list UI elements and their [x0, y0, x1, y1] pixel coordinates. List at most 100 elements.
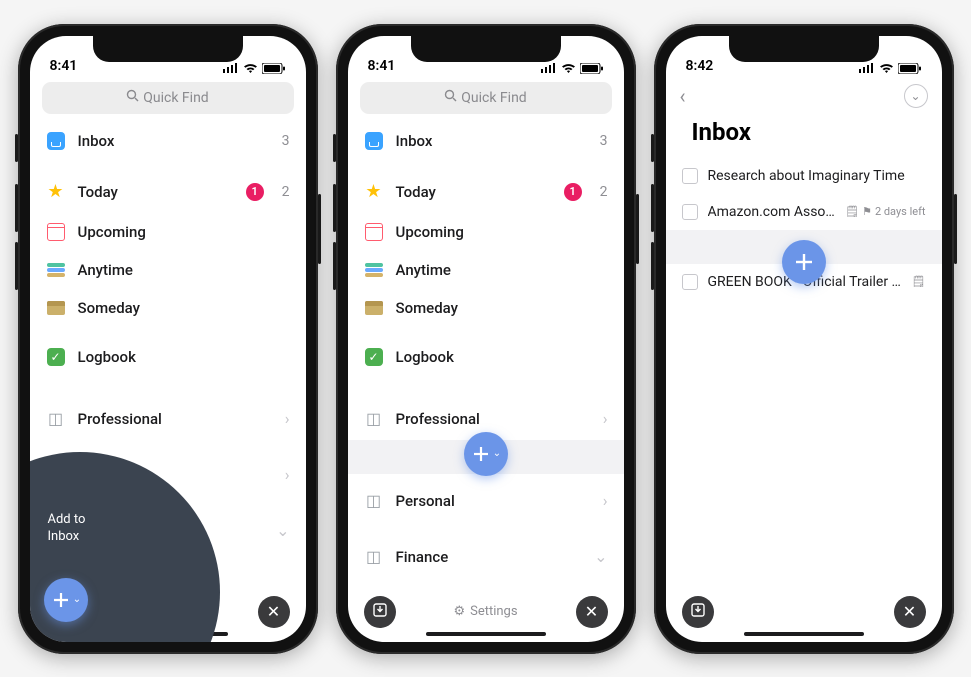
chevron-down-icon: ⌄ — [910, 89, 920, 103]
today-badge: 1 — [246, 183, 264, 201]
stack-icon — [364, 260, 384, 280]
status-time: 8:41 — [368, 58, 396, 74]
chevron-down-icon: ⌄ — [276, 521, 289, 540]
list-count: 2 — [600, 184, 608, 200]
chevron-down-icon: ⌄ — [73, 594, 81, 605]
task-row[interactable]: Amazon.com Associat... 🗒 ⚑ 2 days left — [666, 194, 942, 230]
close-icon: ✕ — [903, 602, 916, 621]
list-someday[interactable]: Someday — [30, 289, 306, 327]
list-logbook[interactable]: ✓ Logbook — [348, 336, 624, 378]
chevron-down-icon: ⌄ — [594, 547, 607, 566]
list-label: Inbox — [78, 132, 264, 150]
task-checkbox[interactable] — [682, 168, 698, 184]
phone-frame-3: 8:42 ‹ ⌄ Inbox Research about Imaginary … — [654, 24, 954, 654]
add-button-dragging[interactable] — [782, 240, 826, 284]
checkmark-icon: ✓ — [364, 347, 384, 367]
task-title: Amazon.com Associat... — [708, 204, 836, 220]
area-label: Finance — [396, 548, 583, 566]
archive-icon — [364, 298, 384, 318]
list-today[interactable]: ★ Today 1 2 — [30, 171, 306, 213]
add-button[interactable]: ⌄ — [44, 578, 88, 622]
expand-button[interactable]: ⌄ — [904, 84, 928, 108]
battery-icon — [580, 63, 604, 74]
list-someday[interactable]: Someday — [348, 289, 624, 327]
list-anytime[interactable]: Anytime — [30, 251, 306, 289]
status-indicators — [541, 63, 604, 74]
chevron-down-icon: ⌄ — [493, 448, 501, 459]
list-inbox[interactable]: Inbox 3 — [30, 120, 306, 162]
cube-icon: ◫ — [364, 547, 384, 567]
cube-icon: ◫ — [46, 409, 66, 429]
wifi-icon — [879, 63, 894, 74]
cube-icon: ◫ — [364, 491, 384, 511]
task-meta: 🗒 — [912, 275, 926, 288]
list-inbox[interactable]: Inbox 3 — [348, 120, 624, 162]
search-placeholder: Quick Find — [143, 90, 208, 106]
task-checkbox[interactable] — [682, 274, 698, 290]
inbox-icon — [46, 131, 66, 151]
close-icon: ✕ — [585, 602, 598, 621]
list-label: Anytime — [78, 261, 290, 279]
list-upcoming[interactable]: Upcoming — [30, 213, 306, 251]
list-label: Someday — [78, 299, 290, 317]
close-button[interactable]: ✕ — [258, 596, 290, 628]
status-indicators — [223, 63, 286, 74]
calendar-icon — [46, 222, 66, 242]
area-label: Professional — [396, 410, 591, 428]
task-list: Research about Imaginary Time Amazon.com… — [666, 158, 942, 642]
flag-icon: ⚑ — [862, 205, 872, 218]
chevron-right-icon: › — [603, 491, 608, 510]
cube-icon: ◫ — [364, 409, 384, 429]
list-count: 3 — [600, 133, 608, 149]
close-button[interactable]: ✕ — [894, 596, 926, 628]
phone-frame-2: 8:41 Quick Find Inbox 3 ★ Today 1 2 — [336, 24, 636, 654]
list-upcoming[interactable]: Upcoming — [348, 213, 624, 251]
today-badge: 1 — [564, 183, 582, 201]
back-button[interactable]: ‹ — [680, 84, 686, 108]
inbox-tray-button[interactable] — [682, 596, 714, 628]
area-personal[interactable]: ◫ Personal › — [348, 480, 624, 522]
list-label: Upcoming — [396, 223, 608, 241]
list-label: Upcoming — [78, 223, 290, 241]
search-input[interactable]: Quick Find — [42, 82, 294, 114]
close-icon: ✕ — [267, 602, 280, 621]
page-title: Inbox — [692, 118, 751, 146]
phone-frame-1: 8:41 Quick Find Inbox 3 ★ Today 1 2 — [18, 24, 318, 654]
list-count: 3 — [282, 133, 290, 149]
area-finance[interactable]: ◫ Finance ⌄ — [348, 536, 624, 578]
chevron-right-icon: › — [285, 409, 290, 428]
signal-icon — [859, 63, 875, 73]
area-label: Professional — [78, 410, 273, 428]
home-indicator[interactable] — [744, 632, 864, 636]
notch — [729, 36, 879, 62]
list-today[interactable]: ★ Today 1 2 — [348, 171, 624, 213]
note-icon: 🗒 — [912, 275, 926, 288]
archive-icon — [46, 298, 66, 318]
add-button-dragging[interactable]: ⌄ — [464, 432, 508, 476]
list-count: 2 — [282, 184, 290, 200]
area-professional[interactable]: ◫ Professional › — [30, 398, 306, 440]
inbox-icon — [364, 131, 384, 151]
settings-button[interactable]: ⚙ Settings — [453, 604, 517, 619]
status-time: 8:41 — [50, 58, 78, 74]
note-icon: 🗒 — [845, 205, 859, 218]
task-checkbox[interactable] — [682, 204, 698, 220]
wifi-icon — [561, 63, 576, 74]
signal-icon — [223, 63, 239, 73]
home-indicator[interactable] — [426, 632, 546, 636]
list-label: Today — [78, 183, 234, 201]
star-icon: ★ — [46, 182, 66, 202]
task-row[interactable]: Research about Imaginary Time — [666, 158, 942, 194]
list-logbook[interactable]: ✓ Logbook — [30, 336, 306, 378]
title-bar: ‹ ⌄ — [666, 76, 942, 118]
list-anytime[interactable]: Anytime — [348, 251, 624, 289]
star-icon: ★ — [364, 182, 384, 202]
list-label: Inbox — [396, 132, 582, 150]
gear-icon: ⚙ — [453, 604, 465, 619]
battery-icon — [898, 63, 922, 74]
close-button[interactable]: ✕ — [576, 596, 608, 628]
inbox-tray-button[interactable] — [364, 596, 396, 628]
battery-icon — [262, 63, 286, 74]
checkmark-icon: ✓ — [46, 347, 66, 367]
search-input[interactable]: Quick Find — [360, 82, 612, 114]
